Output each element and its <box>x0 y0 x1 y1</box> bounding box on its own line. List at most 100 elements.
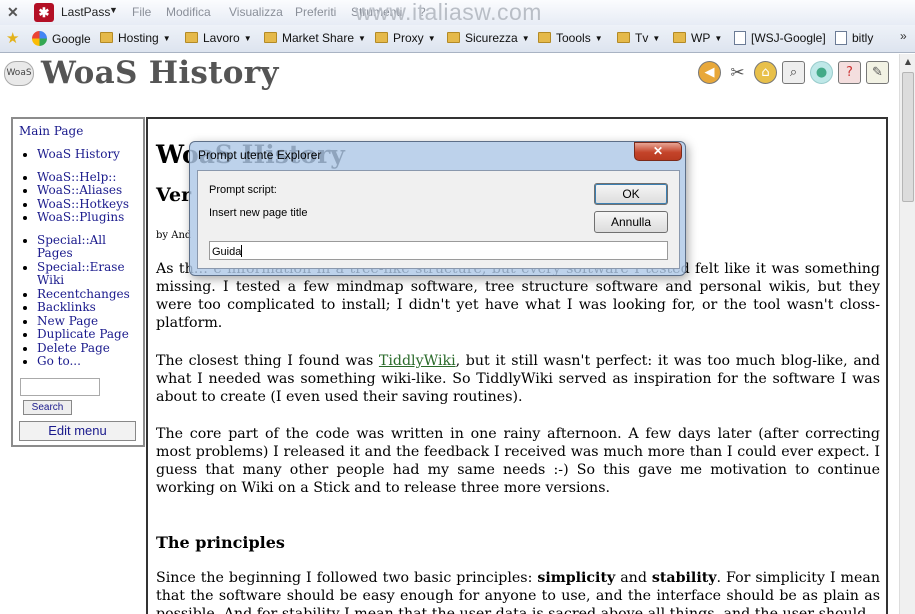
watermark: www.italiasw.com <box>355 0 542 25</box>
bookmark-proxy[interactable]: Proxy ▼ <box>375 31 436 45</box>
dialog-title: Prompt utente Explorer <box>198 148 322 162</box>
page-icon <box>734 31 746 45</box>
dialog-close-button[interactable]: ✕ <box>634 142 682 161</box>
bookmark-market-share[interactable]: Market Share ▼ <box>264 31 366 45</box>
bookmark-sicurezza[interactable]: Sicurezza ▼ <box>447 31 530 45</box>
folder-icon <box>617 32 630 43</box>
lastpass-menu[interactable]: LastPass <box>61 5 110 19</box>
bookmark-label: WP <box>691 31 711 45</box>
bookmark-tv[interactable]: Tv ▼ <box>617 31 660 45</box>
sidebar-item-all-pages: Special::All Pages <box>37 233 137 261</box>
menu-modifica[interactable]: Modifica <box>166 5 211 19</box>
lastpass-icon[interactable]: ✱ <box>34 3 54 22</box>
vertical-scrollbar[interactable]: ▲ <box>899 54 915 614</box>
sidebar-item-new-page: New Page <box>37 314 137 329</box>
sidebar-link[interactable]: Backlinks <box>37 300 96 314</box>
folder-icon <box>185 32 198 43</box>
menu-bar: ✕ ✱ LastPass ▼ File Modifica Visualizza … <box>0 0 915 25</box>
chevron-down-icon: ▼ <box>594 34 603 43</box>
chevron-down-icon: ▼ <box>243 34 252 43</box>
chevron-down-icon: ▼ <box>358 34 366 43</box>
link-icon[interactable]: ● <box>810 61 833 84</box>
menu-file[interactable]: File <box>132 5 151 19</box>
folder-icon <box>673 32 686 43</box>
sidebar-item-go-to: Go to... <box>37 354 137 369</box>
search-doc-icon[interactable]: ⌕ <box>782 61 805 84</box>
bookmark-hosting[interactable]: Hosting ▼ <box>100 31 171 45</box>
bookmark-label: Tv <box>635 31 649 45</box>
document-heading: Ver <box>156 184 192 206</box>
woas-logo: WoaS <box>4 61 34 86</box>
tiddlywiki-link[interactable]: TiddlyWiki <box>379 353 456 369</box>
edit-menu-button[interactable]: Edit menu <box>19 421 136 441</box>
sidebar-link[interactable]: Special::Erase Wiki <box>37 260 125 288</box>
sidebar-link[interactable]: Special::All Pages <box>37 233 106 261</box>
chevron-down-icon: ▼ <box>162 34 171 43</box>
bookmark-wsj-google[interactable]: [WSJ-Google] <box>734 31 826 45</box>
search-button[interactable]: Search <box>23 400 72 415</box>
home-icon[interactable]: ⌂ <box>754 61 777 84</box>
sidebar-link[interactable]: WoaS::Aliases <box>37 183 122 197</box>
sidebar-item-aliases: WoaS::Aliases <box>37 183 137 198</box>
sidebar-link[interactable]: WoaS::Hotkeys <box>37 197 129 211</box>
sidebar-item-recentchanges: Recentchanges <box>37 287 137 302</box>
back-arrow-icon[interactable]: ◀ <box>698 61 721 84</box>
sidebar-item-woas-history: WoaS History <box>37 147 137 162</box>
bookmark-label: Market Share <box>282 31 355 45</box>
chevron-down-icon: ▼ <box>652 34 661 43</box>
favorites-star-icon[interactable]: ★ <box>6 29 19 47</box>
paragraph-tiddlywiki: The closest thing I found was TiddlyWiki… <box>156 352 880 406</box>
dialog-message: Insert new page title <box>209 207 308 219</box>
sidebar-link[interactable]: Duplicate Page <box>37 327 129 341</box>
dialog-body: Prompt script: Insert new page title OK … <box>197 170 680 269</box>
bold-stability: stability <box>651 570 717 586</box>
sidebar-link[interactable]: WoaS History <box>37 147 120 161</box>
paragraph-principles: Since the beginning I followed two basic… <box>156 569 880 614</box>
menu-visualizza[interactable]: Visualizza <box>229 5 283 19</box>
scroll-thumb[interactable] <box>902 72 914 202</box>
search-input[interactable] <box>20 378 100 396</box>
help-icon[interactable]: ? <box>838 61 861 84</box>
bookmark-label: Toools <box>556 31 591 45</box>
folder-icon <box>538 32 551 43</box>
page-icon <box>835 31 847 45</box>
bookmark-lavoro[interactable]: Lavoro ▼ <box>185 31 252 45</box>
document-byline: by And <box>156 230 192 241</box>
sidebar-item-help: WoaS::Help:: <box>37 170 137 185</box>
scroll-up-arrow-icon[interactable]: ▲ <box>900 54 915 70</box>
sidebar-item-backlinks: Backlinks <box>37 300 137 315</box>
page-title-input[interactable]: Guida <box>209 241 668 260</box>
bookmark-google[interactable]: Google <box>32 31 91 46</box>
folder-icon <box>375 32 388 43</box>
sidebar-item-plugins: WoaS::Plugins <box>37 210 137 225</box>
folder-icon <box>264 32 277 43</box>
chevron-down-icon: ▼ <box>521 34 530 43</box>
edit-pencil-icon[interactable]: ✎ <box>866 61 889 84</box>
cancel-button[interactable]: Annulla <box>594 211 668 233</box>
sidebar-main-page[interactable]: Main Page <box>19 124 137 138</box>
bookmark-bitly[interactable]: bitly <box>835 31 873 45</box>
paragraph-core: The core part of the code was written in… <box>156 426 880 496</box>
ok-button[interactable]: OK <box>594 183 668 205</box>
bookmark-wp[interactable]: WP ▼ <box>673 31 722 45</box>
text-cursor <box>241 245 243 257</box>
sidebar-item-delete-page: Delete Page <box>37 341 137 356</box>
bookmarks-bar: ★ Google Hosting ▼ Lavoro ▼ Market Share ▼ … <box>0 25 915 53</box>
chevron-down-icon[interactable]: ▼ <box>109 5 118 15</box>
sidebar-link[interactable]: Delete Page <box>37 341 110 355</box>
bookmark-toools[interactable]: Toools ▼ <box>538 31 603 45</box>
sidebar-link[interactable]: WoaS::Plugins <box>37 210 124 224</box>
prompt-dialog: Prompt utente Explorer ✕ Prompt script: … <box>189 141 686 276</box>
sidebar-link[interactable]: Go to... <box>37 354 81 368</box>
folder-icon <box>100 32 113 43</box>
sidebar-link[interactable]: New Page <box>37 314 98 328</box>
bookmark-label: Proxy <box>393 31 424 45</box>
more-bookmarks-chevron-icon[interactable]: » <box>900 29 907 43</box>
paragraph-text: and <box>615 570 652 586</box>
bookmark-label: [WSJ-Google] <box>751 31 826 45</box>
close-toolbar-icon[interactable]: ✕ <box>7 4 19 21</box>
sidebar-link[interactable]: Recentchanges <box>37 287 130 301</box>
tools-icon[interactable]: ✂ <box>726 61 749 84</box>
sidebar-link[interactable]: WoaS::Help:: <box>37 170 116 184</box>
menu-preferiti[interactable]: Preferiti <box>295 5 336 19</box>
